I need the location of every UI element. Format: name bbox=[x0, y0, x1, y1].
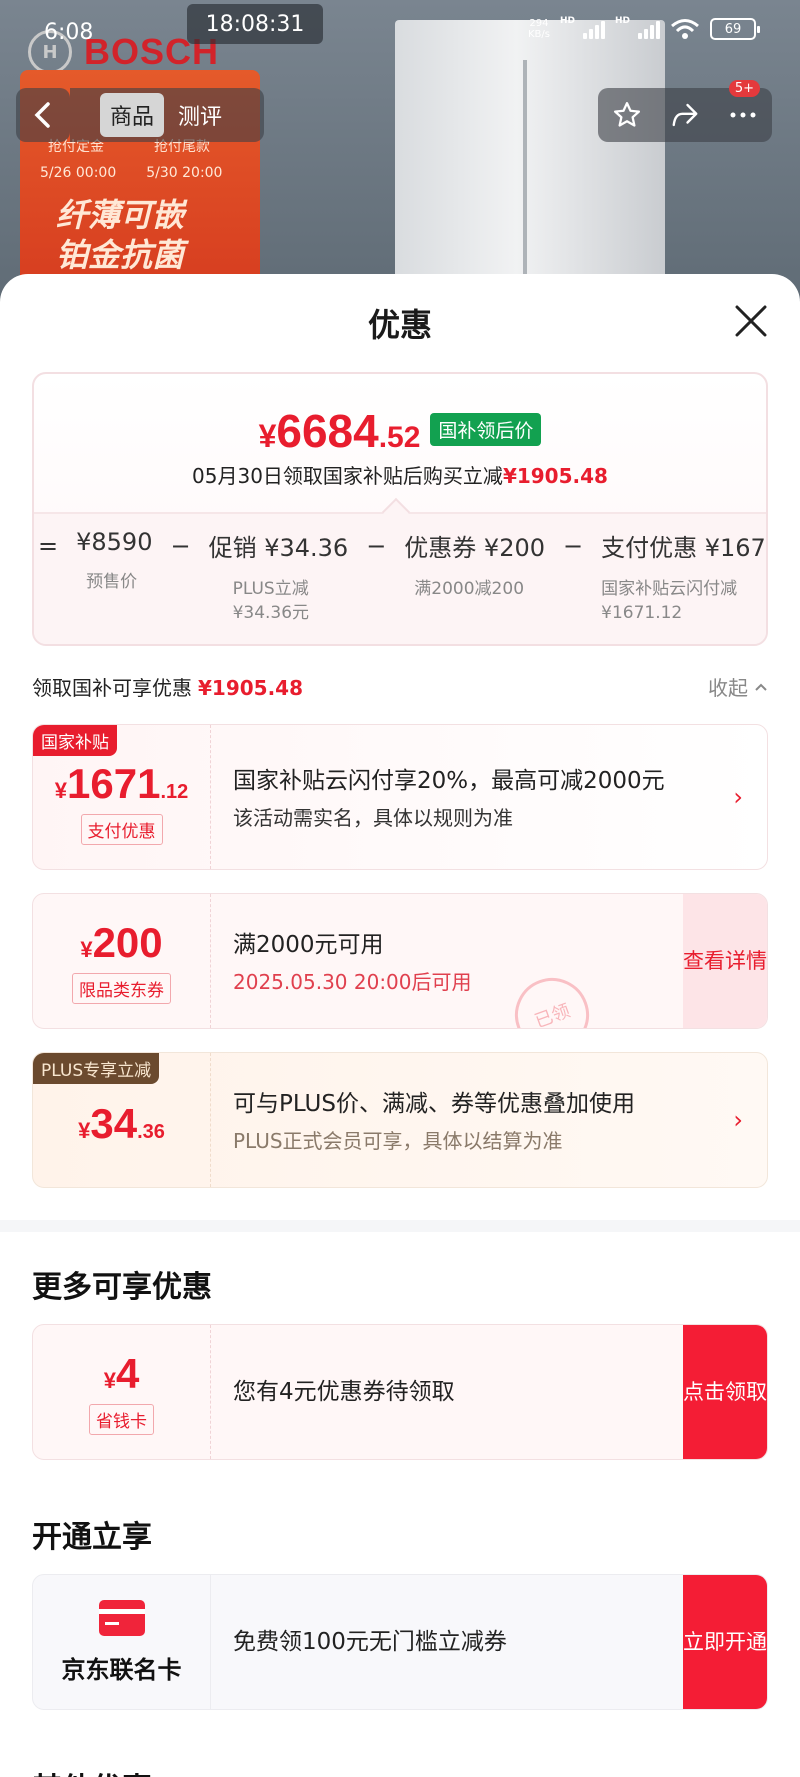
breakdown-row: = ¥8590 预售价 − 促销 ¥34.36 PLUS立减 ¥34.36元 −… bbox=[38, 528, 766, 625]
promo-date-start: 5/26 00:00 bbox=[40, 165, 117, 181]
close-icon[interactable] bbox=[734, 304, 768, 338]
coupon-detail: 满2000元可用 2025.05.30 20:00后可用 已领 bbox=[211, 894, 683, 1028]
co-branded-card-offer[interactable]: 京东联名卡 免费领100元无门槛立减券 立即开通 bbox=[32, 1574, 768, 1710]
star-icon[interactable] bbox=[612, 100, 642, 130]
coupon-amount: ¥4 bbox=[103, 1349, 140, 1397]
battery-icon: 69 bbox=[710, 18, 760, 40]
coupon-amount-area: 国家补贴 ¥1671.12 支付优惠 bbox=[33, 725, 211, 869]
breakdown-promo: 促销 ¥34.36 PLUS立减 ¥34.36元 bbox=[208, 534, 349, 623]
coupon-chip: 支付优惠 bbox=[80, 813, 163, 845]
coupon-detail: 国家补贴云闪付享20%，最高可减2000元 该活动需实名，具体以规则为准 › bbox=[211, 725, 767, 869]
coupon-tag: 国家补贴 bbox=[33, 725, 117, 756]
breakdown-payment: 支付优惠 ¥1671.12 国家补贴云闪付减 ¥1671.12 bbox=[601, 534, 766, 623]
signal-icon-2 bbox=[638, 19, 660, 39]
wifi-icon bbox=[671, 19, 699, 39]
discount-sheet: 优惠 ¥6684.52 国补领后价 05月30日领取国家补贴后购买立减¥1905… bbox=[0, 274, 800, 1777]
screen-recorder-clock: 18:08:31 bbox=[187, 4, 323, 44]
final-price-row: ¥6684.52 国补领后价 bbox=[34, 404, 766, 458]
claim-button[interactable]: 点击领取 bbox=[683, 1325, 767, 1459]
coupon-amount-area: ¥4 省钱卡 bbox=[33, 1325, 211, 1459]
price-breakdown: = ¥8590 预售价 − 促销 ¥34.36 PLUS立减 ¥34.36元 −… bbox=[34, 512, 766, 644]
price-subtitle: 05月30日领取国家补贴后购买立减¥1905.48 bbox=[192, 464, 608, 488]
coupon-subtitle: PLUS正式会员可享，具体以结算为准 bbox=[233, 1128, 563, 1153]
network-speed: 294 KB/s bbox=[527, 18, 550, 40]
final-price: ¥6684.52 bbox=[258, 405, 421, 457]
coupon-amount: ¥34.36 bbox=[78, 1100, 165, 1147]
card-name: 京东联名卡 bbox=[61, 1655, 182, 1684]
card-area: 京东联名卡 bbox=[33, 1575, 211, 1709]
sheet-title: 优惠 bbox=[367, 306, 432, 344]
coupon-amount: ¥1671.12 bbox=[54, 759, 189, 807]
eligible-discount-header: 领取国补可享优惠 ¥1905.48 收起 bbox=[32, 672, 768, 701]
chevron-left-icon bbox=[34, 102, 50, 128]
category-coupon[interactable]: ¥200 限品类东券 满2000元可用 2025.05.30 20:00后可用 … bbox=[32, 893, 768, 1029]
national-subsidy-coupon[interactable]: 国家补贴 ¥1671.12 支付优惠 国家补贴云闪付享20%，最高可减2000元… bbox=[32, 724, 768, 870]
coupon-tag: PLUS专享立减 bbox=[33, 1053, 160, 1084]
promo-slogan-2: 铂金抗菌 bbox=[56, 236, 185, 274]
breakdown-presale: ¥8590 预售价 bbox=[76, 528, 153, 592]
equals-sign: = bbox=[38, 532, 59, 560]
status-icons: 294 KB/s HD HD 69 bbox=[527, 16, 760, 40]
subsidy-price-tag: 国补领后价 bbox=[430, 413, 542, 446]
credit-card-icon bbox=[98, 1599, 145, 1636]
share-icon[interactable] bbox=[670, 100, 700, 130]
more-discounts-title: 更多可享优惠 bbox=[32, 1270, 212, 1305]
coupon-detail: 您有4元优惠券待领取 bbox=[211, 1325, 683, 1459]
open-now-button[interactable]: 立即开通 bbox=[683, 1575, 767, 1709]
minus-sign: − bbox=[563, 532, 584, 560]
message-badge: 5+ bbox=[728, 80, 760, 97]
chevron-up-icon bbox=[755, 683, 767, 691]
status-time: 6:08 bbox=[44, 20, 94, 45]
coupon-amount: ¥200 bbox=[80, 918, 163, 966]
promo-dates: 5/26 00:00 5/30 20:00 bbox=[40, 165, 222, 181]
open-benefits-title: 开通立享 bbox=[32, 1520, 152, 1555]
back-button[interactable] bbox=[16, 88, 70, 142]
coupon-amount-area: ¥200 限品类东券 bbox=[33, 894, 211, 1028]
chevron-right-icon: › bbox=[733, 1106, 743, 1134]
more-icon[interactable] bbox=[728, 100, 758, 130]
status-bar: 6:08 18:08:31 294 KB/s HD HD 69 bbox=[0, 0, 800, 60]
tab-product[interactable]: 商品 bbox=[100, 93, 165, 137]
tab-review[interactable]: 测评 bbox=[178, 99, 222, 131]
hd-label-2: HD bbox=[614, 16, 630, 26]
eligible-label: 领取国补可享优惠 ¥1905.48 bbox=[32, 676, 304, 700]
coupon-amount-area: PLUS专享立减 ¥34.36 bbox=[33, 1053, 211, 1187]
breakdown-coupon: 优惠券 ¥200 满2000减200 bbox=[404, 534, 546, 599]
coupon-title: 可与PLUS价、满减、券等优惠叠加使用 bbox=[233, 1090, 635, 1117]
chevron-right-icon: › bbox=[733, 783, 743, 811]
nav-tabs: 商品 测评 bbox=[70, 88, 264, 142]
offer-text: 免费领100元无门槛立减券 bbox=[233, 1629, 507, 1655]
minus-sign: − bbox=[366, 532, 387, 560]
coupon-detail: 可与PLUS价、满减、券等优惠叠加使用 PLUS正式会员可享，具体以结算为准 › bbox=[211, 1053, 767, 1187]
section-divider bbox=[0, 1220, 800, 1232]
top-navigation: 商品 测评 5+ bbox=[0, 80, 800, 144]
savings-card-coupon[interactable]: ¥4 省钱卡 您有4元优惠券待领取 点击领取 bbox=[32, 1324, 768, 1460]
coupon-chip: 限品类东券 bbox=[72, 972, 171, 1004]
price-summary-card: ¥6684.52 国补领后价 05月30日领取国家补贴后购买立减¥1905.48… bbox=[32, 372, 768, 646]
view-details-button[interactable]: 查看详情 bbox=[683, 894, 767, 1028]
promo-date-end: 5/30 20:00 bbox=[146, 165, 223, 181]
nav-actions: 5+ bbox=[598, 80, 772, 142]
hd-label: HD bbox=[559, 16, 575, 26]
coupon-chip: 省钱卡 bbox=[89, 1403, 154, 1435]
collapse-button[interactable]: 收起 bbox=[708, 672, 768, 701]
minus-sign: − bbox=[170, 532, 191, 560]
plus-member-coupon[interactable]: PLUS专享立减 ¥34.36 可与PLUS价、满减、券等优惠叠加使用 PLUS… bbox=[32, 1052, 768, 1188]
coupon-title: 国家补贴云闪付享20%，最高可减2000元 bbox=[233, 767, 665, 794]
coupon-text: 您有4元优惠券待领取 bbox=[233, 1379, 455, 1405]
coupon-validity: 2025.05.30 20:00后可用 bbox=[233, 969, 472, 994]
offer-detail: 免费领100元无门槛立减券 bbox=[211, 1575, 683, 1709]
signal-icon bbox=[582, 19, 605, 39]
other-discounts-title: 其他优惠 bbox=[32, 1764, 152, 1777]
coupon-subtitle: 该活动需实名，具体以规则为准 bbox=[233, 805, 513, 830]
coupon-title: 满2000元可用 bbox=[233, 931, 384, 958]
